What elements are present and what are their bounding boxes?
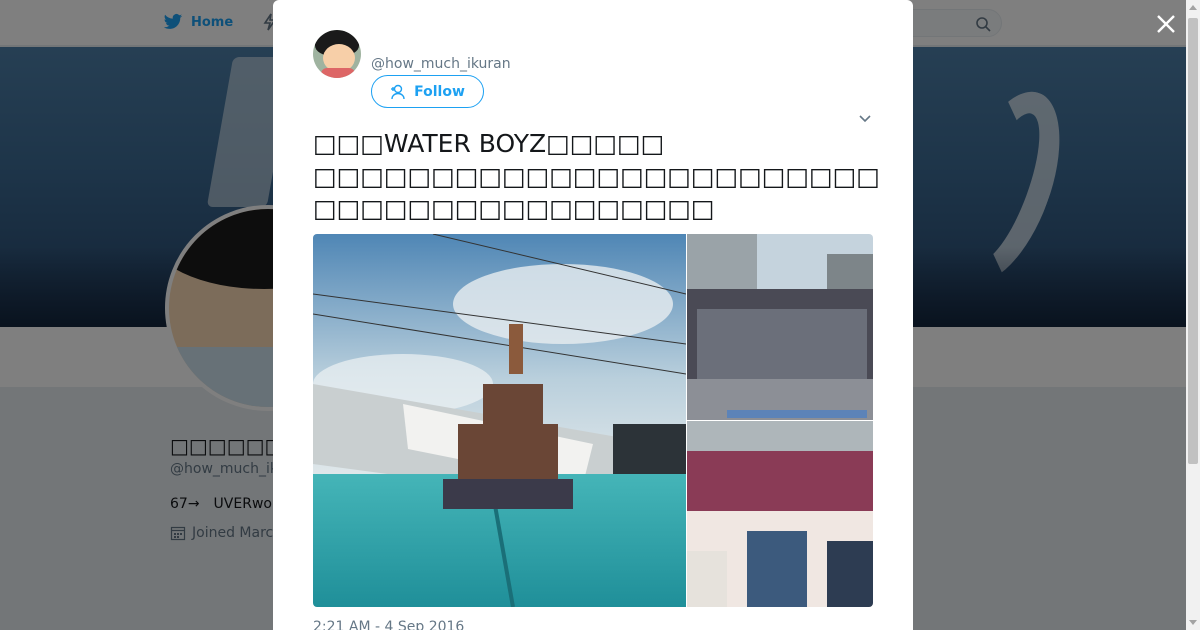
chevron-down-icon[interactable] bbox=[857, 110, 873, 126]
follow-button[interactable]: Follow bbox=[371, 75, 484, 108]
tweet-author-handle[interactable]: @how_much_ikuran bbox=[371, 56, 511, 72]
tweet-photo-pool[interactable] bbox=[313, 234, 686, 607]
tweet-author-avatar[interactable] bbox=[313, 30, 361, 78]
tweet-photo-group[interactable] bbox=[687, 421, 873, 607]
scroll-up-arrow-icon[interactable] bbox=[1189, 5, 1197, 10]
tweet-modal: @how_much_ikuran Follow □□□WATER BOYZ□□□… bbox=[273, 0, 913, 630]
tweet-timestamp[interactable]: 2:21 AM - 4 Sep 2016 bbox=[313, 619, 464, 630]
add-user-icon bbox=[391, 84, 405, 99]
scrollbar-thumb[interactable] bbox=[1188, 18, 1198, 464]
tweet-media-grid bbox=[313, 234, 873, 607]
follow-button-label: Follow bbox=[414, 83, 465, 100]
tweet-text: □□□WATER BOYZ□□□□□ □□□□□□□□□□□□□□□□□□□□□… bbox=[313, 129, 880, 223]
page-scrollbar[interactable] bbox=[1186, 0, 1200, 630]
tweet-photo-crowd[interactable] bbox=[687, 234, 873, 420]
close-icon[interactable] bbox=[1155, 13, 1177, 35]
scroll-down-arrow-icon[interactable] bbox=[1189, 620, 1197, 625]
